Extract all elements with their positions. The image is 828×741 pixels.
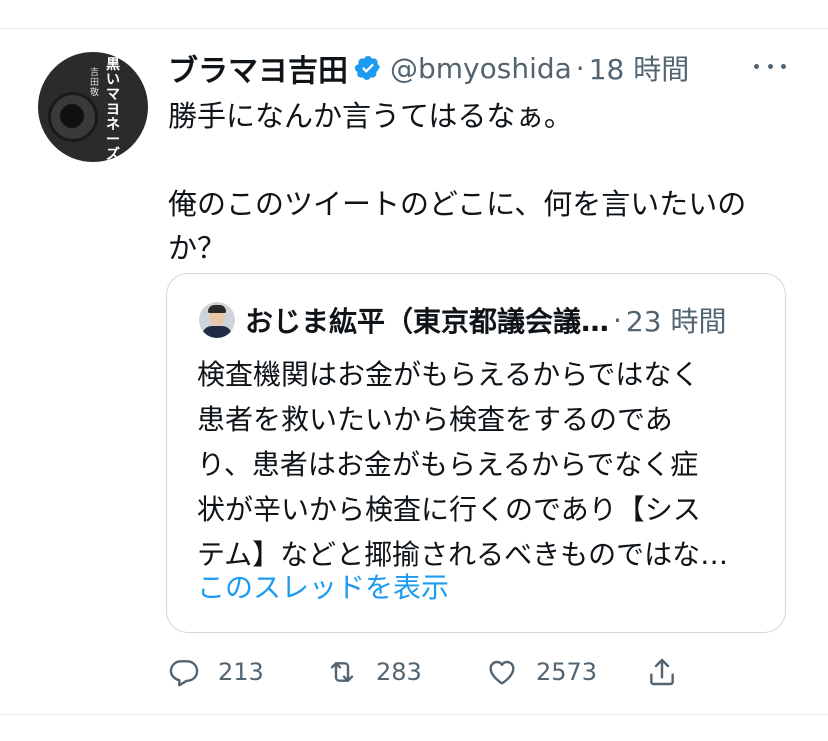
quoted-tweet-text: 検査機関はお金がもらえるからではなく 患者を救いたいから検査をするのであ り、患… [197,358,729,571]
quoted-tweet-timestamp: 23 時間 [625,305,727,338]
more-dot [754,64,759,69]
quoted-tweet-header: おじま紘平（東京都議会議… · 23 時間 [245,300,726,340]
tweet-actions-bar: 213 283 2573 [168,650,688,694]
avatar-hair [208,305,226,313]
more-dot [767,64,773,69]
retweet-count: 283 [376,658,422,686]
quoted-tweet-card[interactable]: おじま紘平（東京都議会議… · 23 時間 検査機関はお金がもらえるからではなく… [166,273,786,633]
verified-badge-icon [354,56,380,80]
avatar-suit [202,326,232,338]
retweet-icon [330,662,354,682]
author-display-name[interactable]: ブラマヨ吉田 [168,46,348,90]
like-button[interactable]: 2573 [486,650,597,694]
header-separator: · [575,51,585,85]
top-divider [0,28,828,29]
tweet-timestamp[interactable]: 18 時間 [589,48,690,88]
tweet-header: ブラマヨ吉田 @bmyoshida · 18 時間 [168,46,690,90]
quoted-header-separator: · [613,303,622,337]
bottom-divider [0,714,828,715]
avatar-book-author: 吉田 敬 [90,68,100,98]
show-thread-link[interactable]: このスレッドを表示 [197,566,449,606]
tweet-text: 勝手になんか言うてはるなぁ。 俺のこのツイートのどこに、何を言いたいの か？ [168,99,747,265]
share-icon [650,658,674,686]
author-handle[interactable]: @bmyoshida [390,52,572,85]
share-button[interactable] [646,650,678,694]
avatar-dish-center [60,104,84,128]
reply-icon [169,660,199,687]
more-dot [781,64,786,69]
quoted-author-name: おじま紘平（東京都議会議… [245,305,610,338]
reply-count: 213 [218,658,264,686]
avatar-book-title: 黒いマヨネーズ [106,57,120,163]
more-options-icon[interactable] [754,64,786,74]
like-icon [489,660,515,685]
author-avatar[interactable]: 黒いマヨネーズ 吉田 敬 [38,52,148,162]
like-count: 2573 [536,658,598,686]
reply-button[interactable]: 213 [168,650,264,694]
quoted-author-avatar [199,302,235,338]
retweet-button[interactable]: 283 [326,650,422,694]
